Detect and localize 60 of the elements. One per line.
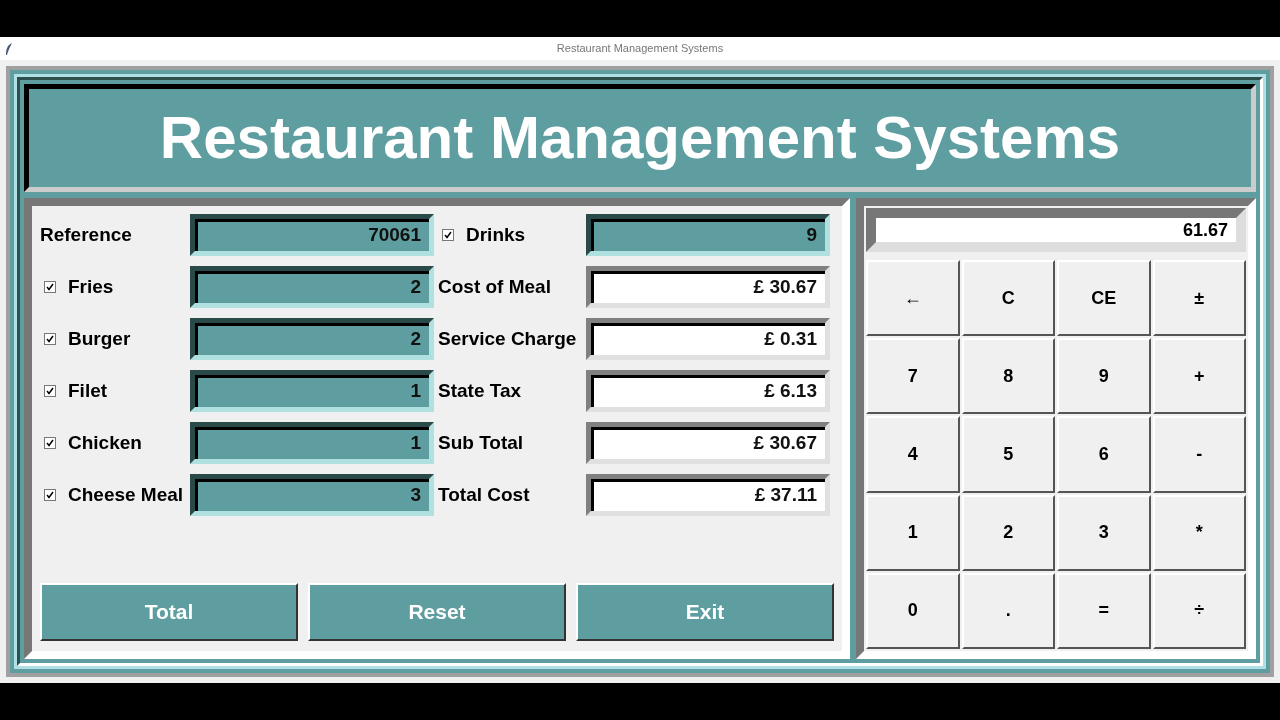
window-title: Restaurant Management Systems <box>556 41 724 57</box>
calculator-key[interactable]: 0 <box>866 572 960 649</box>
calculator-key[interactable]: 7 <box>866 338 960 415</box>
checkbox[interactable] <box>44 489 56 501</box>
entry-field[interactable]: 9 <box>586 214 830 256</box>
calculator-key[interactable]: . <box>961 572 1055 649</box>
calculator-key[interactable]: C <box>961 260 1055 337</box>
field-label: State Tax <box>438 379 522 401</box>
calculator-key[interactable]: 3 <box>1057 494 1151 571</box>
entry-field[interactable]: 3 <box>190 474 434 516</box>
check-icon <box>46 335 54 343</box>
checkbox[interactable] <box>44 281 56 293</box>
item-label: Drinks <box>466 222 526 247</box>
calculator-key[interactable]: + <box>1152 338 1246 415</box>
entry-field[interactable]: 70061 <box>190 214 434 256</box>
calculator-key[interactable]: CE <box>1057 260 1151 337</box>
check-icon <box>444 231 452 239</box>
calculator-key[interactable]: 1 <box>866 494 960 571</box>
check-icon <box>46 283 54 291</box>
item-label: Cheese Meal <box>68 482 184 507</box>
field-label: Reference <box>40 223 132 245</box>
checkbox[interactable] <box>44 333 56 345</box>
item-label: Chicken <box>68 430 142 455</box>
checkbox[interactable] <box>442 229 454 241</box>
field-label: Sub Total <box>438 431 524 453</box>
entry-field[interactable]: 1 <box>190 422 434 464</box>
field-label: Total Cost <box>438 483 530 505</box>
calculator-key[interactable]: ± <box>1152 260 1246 337</box>
calculator-key[interactable]: ÷ <box>1152 572 1246 649</box>
check-icon <box>46 491 54 499</box>
entry-field[interactable]: £ 37.11 <box>586 474 830 516</box>
item-label: Filet <box>68 378 108 403</box>
checkbox[interactable] <box>44 385 56 397</box>
entry-field[interactable]: £ 6.13 <box>586 370 830 412</box>
entry-field[interactable]: 2 <box>190 266 434 308</box>
calculator-key[interactable]: 5 <box>961 416 1055 493</box>
calculator-key[interactable]: 9 <box>1057 338 1151 415</box>
calculator-display: 61.67 <box>866 208 1246 252</box>
checkbox[interactable] <box>44 437 56 449</box>
entry-field[interactable]: £ 0.31 <box>586 318 830 360</box>
feather-icon <box>4 41 14 56</box>
calculator-key[interactable]: 2 <box>961 494 1055 571</box>
calculator-key[interactable]: = <box>1057 572 1151 649</box>
check-icon <box>46 439 54 447</box>
calculator-key[interactable]: * <box>1152 494 1246 571</box>
entry-field[interactable]: 1 <box>190 370 434 412</box>
calculator-key[interactable]: 4 <box>866 416 960 493</box>
check-icon <box>46 387 54 395</box>
entry-field[interactable]: £ 30.67 <box>586 266 830 308</box>
calculator-key[interactable]: 6 <box>1057 416 1151 493</box>
app-title: Restaurant Management Systems <box>159 108 1121 168</box>
calculator-key[interactable]: ← <box>866 260 960 337</box>
field-label: Cost of Meal <box>438 275 551 297</box>
calculator-key[interactable]: 8 <box>961 338 1055 415</box>
item-label: Burger <box>68 326 131 351</box>
field-label: Service Charge <box>438 327 577 349</box>
entry-field[interactable]: £ 30.67 <box>586 422 830 464</box>
entry-field[interactable]: 2 <box>190 318 434 360</box>
item-label: Fries <box>68 274 114 299</box>
calculator-key[interactable]: - <box>1152 416 1246 493</box>
